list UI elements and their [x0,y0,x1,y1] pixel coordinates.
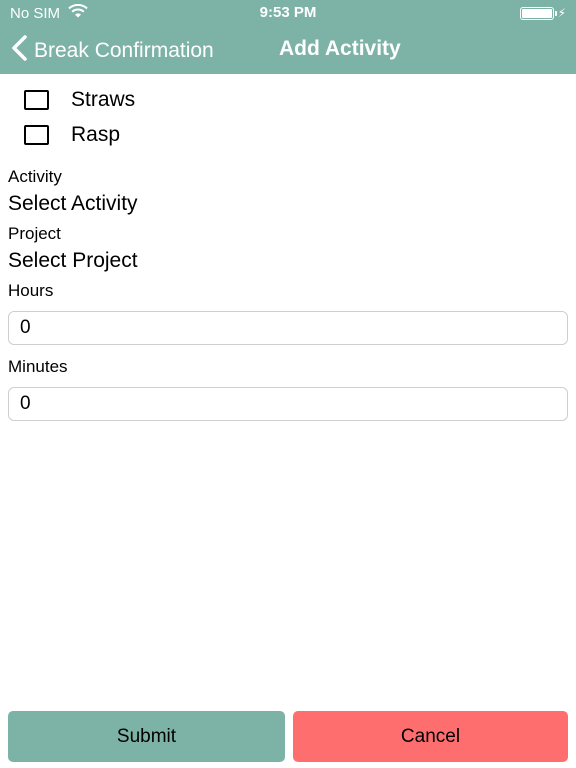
charging-bolt-icon: ⚡ [557,6,566,20]
battery-level [521,8,552,18]
status-bar: No SIM 9:53 PM ⚡ [0,0,576,26]
navigation-bar: Break Confirmation Add Activity [0,26,576,74]
hours-label: Hours [8,281,54,300]
battery-icon [519,6,557,20]
minutes-input[interactable] [8,387,568,421]
project-selector[interactable]: Select Project [8,246,568,279]
checklist-item-label: Straws [71,87,136,111]
status-right: ⚡ [519,6,566,20]
checklist-item-straws[interactable]: Straws [24,82,135,117]
activity-selector[interactable]: Select Activity [8,189,568,222]
chevron-left-icon [10,34,28,67]
checklist: Straws Rasp [24,82,135,152]
project-label: Project [8,224,61,243]
back-button-label: Break Confirmation [34,38,214,62]
status-time: 9:53 PM [259,4,317,21]
page-title: Add Activity [279,37,401,60]
hours-input[interactable] [8,311,568,345]
back-button[interactable]: Break Confirmation [10,34,214,67]
checklist-item-label: Rasp [71,122,121,146]
activity-label: Activity [8,167,62,186]
cancel-button[interactable]: Cancel [293,711,568,762]
checkbox[interactable] [24,89,49,110]
minutes-label: Minutes [8,357,68,376]
checkbox[interactable] [24,124,49,145]
activity-form: Activity Select Activity Project Select … [8,165,568,421]
submit-button[interactable]: Submit [8,711,285,762]
checklist-item-rasp[interactable]: Rasp [24,117,135,152]
